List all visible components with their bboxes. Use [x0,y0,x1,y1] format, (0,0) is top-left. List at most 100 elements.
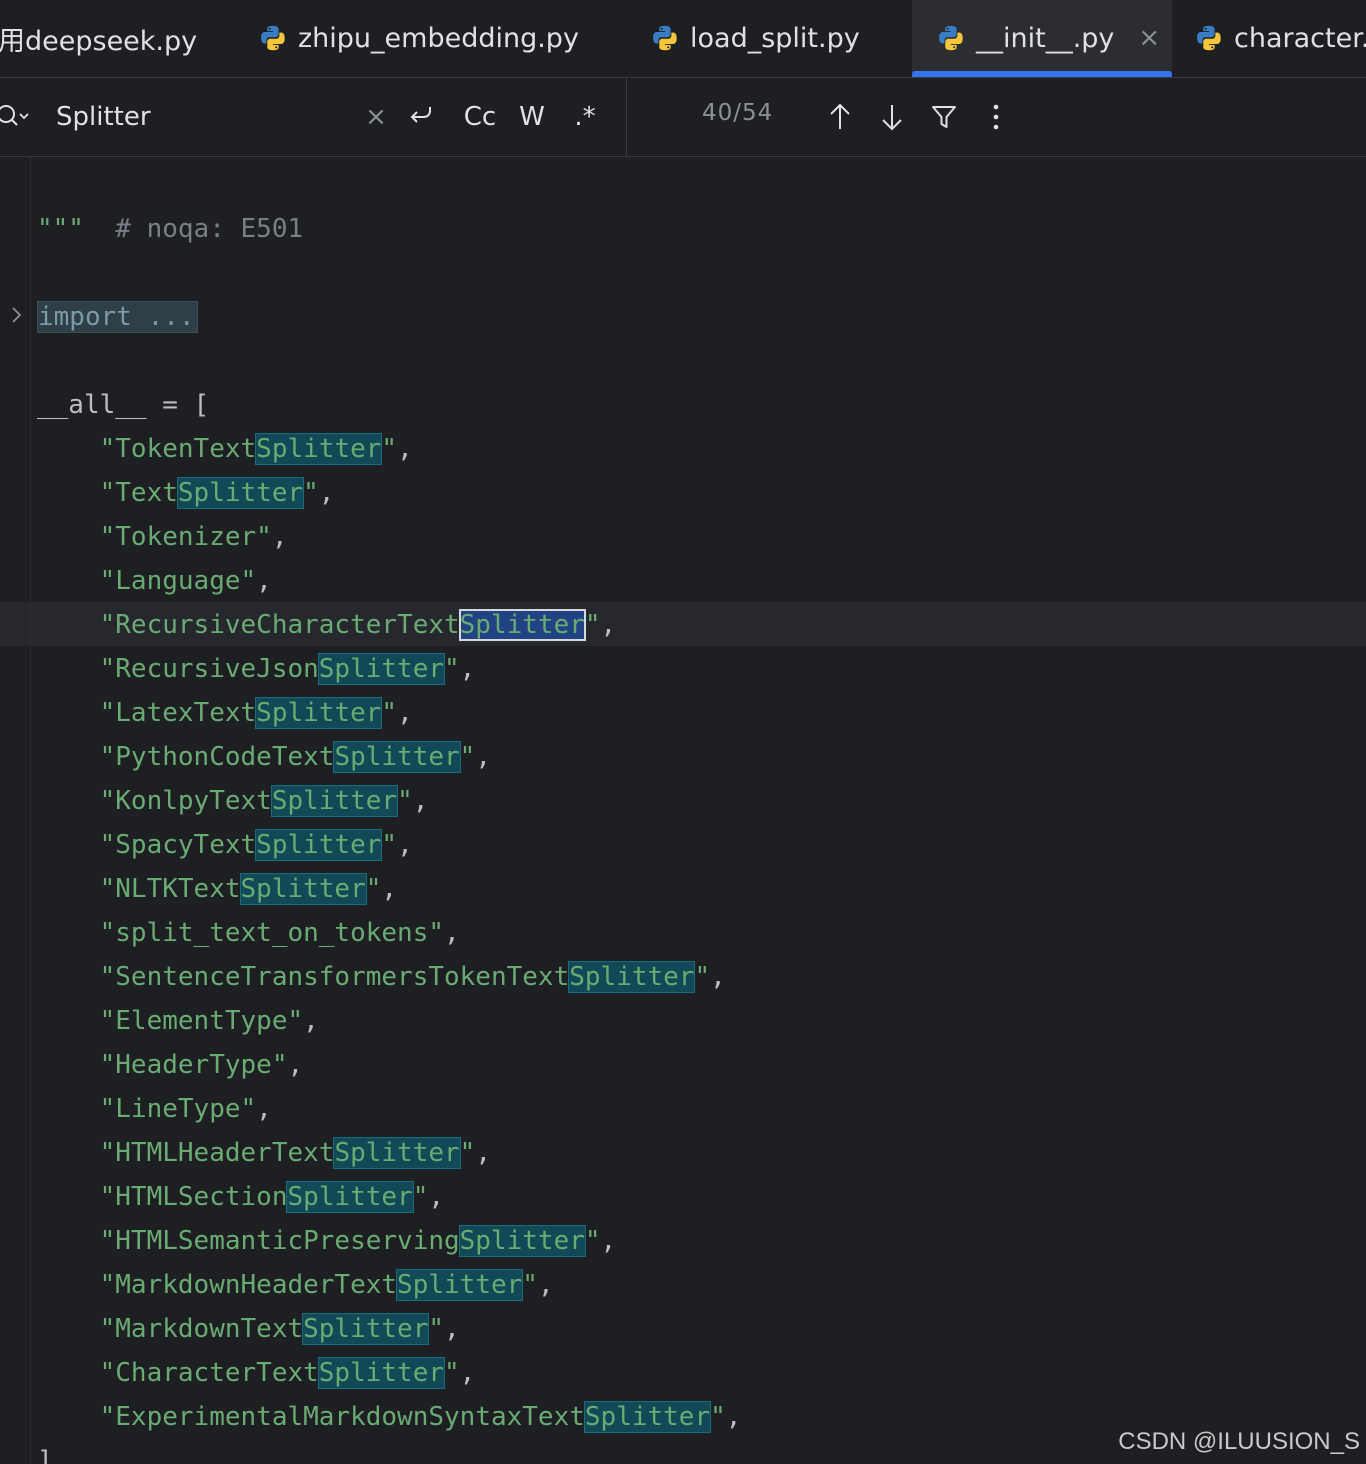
comma: , [318,478,335,508]
string-quote: " [99,698,116,728]
list-item: "Tokenizer", [37,515,288,559]
list-item: "LineType", [37,1087,272,1131]
string-quote: " [381,698,398,728]
comma: , [428,1182,445,1212]
entry-name: Tokenizer [115,522,257,552]
whole-words-button[interactable]: W [514,98,550,136]
entry-name: Text [115,478,178,508]
list-item: "TokenTextSplitter", [37,427,413,471]
code-editor[interactable]: """ # noqa: E501 import ... __all__ = [ … [0,157,1366,1464]
previous-occurrence-icon[interactable] [824,98,856,136]
list-item: "LatexTextSplitter", [37,691,413,735]
entry-name: HeaderType [115,1050,272,1080]
list-item: "PythonCodeTextSplitter", [37,735,491,779]
comma: , [412,786,429,816]
comma: , [537,1270,554,1300]
list-item: "MarkdownTextSplitter", [37,1307,460,1351]
comma: , [475,1138,491,1168]
string-quote: " [99,1094,116,1124]
entry-name: RecursiveJson [115,654,319,684]
string-quote: " [428,918,445,948]
match-case-button[interactable]: Cc [460,98,500,136]
string-quote: " [522,1270,538,1300]
list-item: "HTMLHeaderTextSplitter", [37,1131,491,1175]
string-quote: " [99,566,116,596]
search-match: Splitter [568,961,696,993]
search-match: Splitter [583,1401,712,1433]
entry-name: LatexText [115,698,257,728]
match-count: 40/54 [702,100,774,126]
entry-name: HTMLSemanticPreserving [115,1226,460,1256]
search-match: Splitter [302,1313,430,1345]
string-quote: " [99,962,116,992]
all-close-line: ] [37,1446,53,1464]
string-quote: " [444,654,460,684]
tab-label: load_split.py [690,22,860,54]
string-quote: " [459,1138,476,1168]
string-quote: " [99,1138,116,1168]
string-quote: " [584,610,601,640]
entry-name: RecursiveCharacterText [115,610,460,640]
search-match: Splitter [255,829,383,861]
watermark: CSDN @ILUUSION_S [1118,1428,1360,1455]
comma: , [444,918,460,948]
entry-name: HTMLSection [115,1182,288,1212]
new-line-icon[interactable] [404,98,438,136]
tab-zhipu-embedding[interactable]: zhipu_embedding.py [258,0,598,76]
code-content: """ # noqa: E501 import ... __all__ = [ … [37,157,741,1464]
entry-name: LineType [115,1094,241,1124]
list-item: "Language", [37,559,272,603]
entry-name: split_text_on_tokens [115,918,429,948]
comma: , [459,1358,476,1388]
next-occurrence-icon[interactable] [876,98,908,136]
entry-name: KonlpyText [115,786,272,816]
tab-deepseek[interactable]: 用deepseek.py [0,0,228,76]
search-history-icon[interactable] [0,102,30,132]
clear-search-button[interactable]: × [364,98,388,136]
comma: , [256,1094,272,1124]
regex-button[interactable]: .* [568,98,602,136]
string-quote: " [303,478,319,508]
string-quote: " [99,610,116,640]
string-quote: " [99,830,116,860]
string-quote: " [99,1314,116,1344]
search-input[interactable] [56,98,356,136]
tab-load-split[interactable]: load_split.py [650,0,890,76]
comma: , [271,522,288,552]
docstring-quotes: """ [37,214,84,244]
string-quote: " [99,1226,116,1256]
string-quote: " [99,1402,116,1432]
list-item: "TextSplitter", [37,471,334,515]
tab-init-active[interactable]: __init__.py × [912,0,1172,77]
string-quote: " [240,1094,257,1124]
entry-name: ElementType [115,1006,288,1036]
entry-name: Language [115,566,241,596]
tab-character[interactable]: character.p [1194,0,1366,76]
more-options-icon[interactable] [984,98,1008,136]
search-match: Splitter [333,741,461,773]
search-match: Splitter [317,653,446,685]
filter-icon[interactable] [928,98,960,136]
search-match: Splitter [458,1225,586,1257]
all-open-line: __all__ = [ [37,390,210,420]
search-match: Splitter [176,477,305,509]
string-quote: " [397,786,413,816]
string-quote: " [99,1006,116,1036]
close-icon[interactable]: × [1138,23,1160,53]
entry-name: HTMLHeaderText [115,1138,335,1168]
comma: , [256,566,272,596]
string-quote: " [99,918,116,948]
search-match: Splitter [255,697,383,729]
comma: , [287,1050,304,1080]
entry-name: SentenceTransformersTokenText [115,962,570,992]
import-fold-region[interactable]: import ... [37,301,198,333]
list-item: "ExperimentalMarkdownSyntaxTextSplitter"… [37,1395,741,1439]
string-quote: " [99,742,116,772]
list-item: "NLTKTextSplitter", [37,867,397,911]
find-input-area: × Cc W .* [0,78,627,156]
fold-chevron-right-icon[interactable] [8,305,26,325]
search-match: Splitter [270,785,399,817]
entry-name: ExperimentalMarkdownSyntaxText [115,1402,585,1432]
search-match: Splitter [317,1357,446,1389]
string-quote: " [694,962,711,992]
